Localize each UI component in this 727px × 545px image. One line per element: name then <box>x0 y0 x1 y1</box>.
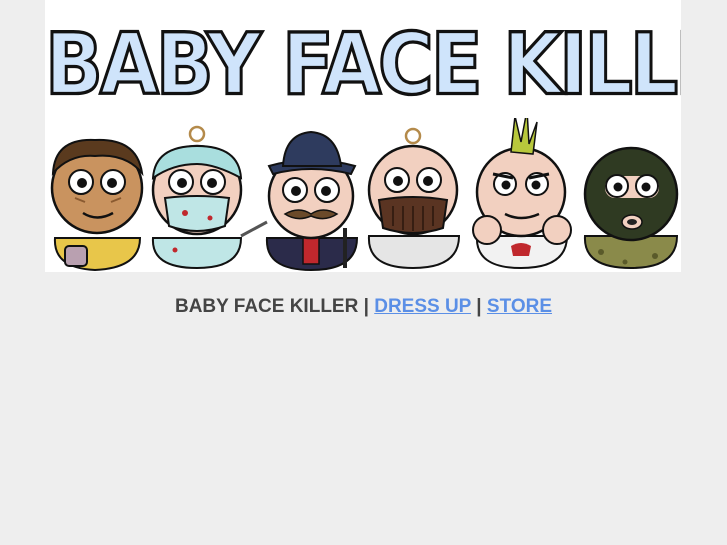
store-link[interactable]: STORE <box>487 296 552 317</box>
punk-icon <box>472 118 572 270</box>
page: BABY FACE KILLER <box>0 0 727 545</box>
hat-killer-icon <box>265 130 359 272</box>
site-name: BABY FACE KILLER <box>174 296 359 317</box>
balaclava-icon <box>583 146 679 270</box>
site-navigation: BABY FACE KILLER | DRESS UP | STORE <box>0 296 727 318</box>
hannibal-mask-icon <box>367 127 461 270</box>
dress-up-link[interactable]: DRESS UP <box>374 296 471 317</box>
characters-illustration <box>50 118 679 272</box>
surgeon-icon <box>151 125 268 270</box>
header-banner: BABY FACE KILLER <box>45 0 681 272</box>
leatherface-icon <box>50 138 144 272</box>
nav-separator: | <box>476 296 482 317</box>
nav-separator: | <box>363 296 369 317</box>
banner-title: BABY FACE KILLER <box>45 14 681 114</box>
